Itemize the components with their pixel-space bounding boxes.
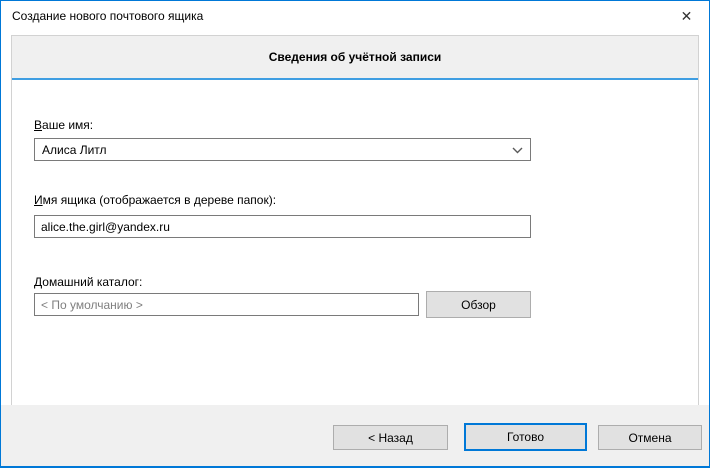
panel-header: Сведения об учётной записи <box>12 36 698 80</box>
name-combobox-value: Алиса Литл <box>42 143 107 157</box>
titlebar: Создание нового почтового ящика ✕ <box>1 1 709 31</box>
footer: < Назад Готово Отмена <box>1 405 709 466</box>
account-info-panel: Сведения об учётной записи Ваше имя: Али… <box>11 35 699 406</box>
chevron-down-icon[interactable] <box>512 147 523 154</box>
create-mailbox-dialog: Создание нового почтового ящика ✕ Сведен… <box>0 0 710 468</box>
close-button[interactable]: ✕ <box>664 1 709 31</box>
mailbox-label: Имя ящика (отображается в дереве папок): <box>34 193 276 207</box>
window-title: Создание нового почтового ящика <box>12 1 203 31</box>
finish-button[interactable]: Готово <box>464 423 587 451</box>
homedir-input[interactable] <box>34 293 419 316</box>
homedir-label: Домашний каталог: <box>34 275 142 289</box>
browse-button[interactable]: Обзор <box>426 291 531 318</box>
name-combobox[interactable]: Алиса Литл <box>34 138 531 161</box>
mailbox-name-input[interactable] <box>34 215 531 238</box>
name-label: Ваше имя: <box>34 118 93 132</box>
back-button[interactable]: < Назад <box>333 425 448 450</box>
cancel-button[interactable]: Отмена <box>598 425 702 450</box>
panel-title: Сведения об учётной записи <box>269 50 442 64</box>
close-icon: ✕ <box>681 8 693 25</box>
